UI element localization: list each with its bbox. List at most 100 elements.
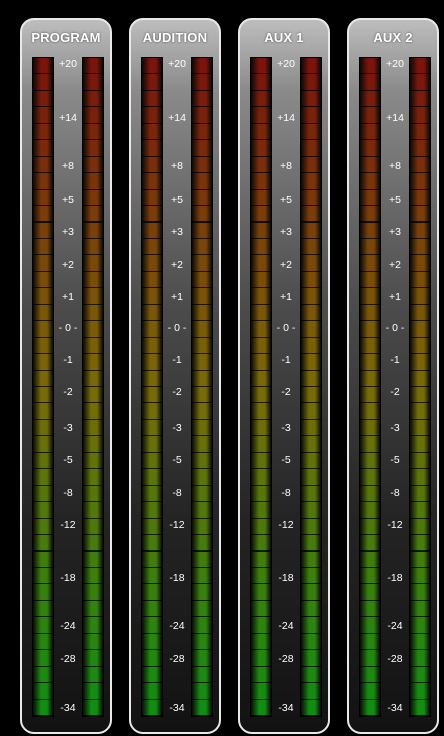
led-segment xyxy=(83,90,103,108)
led-segment xyxy=(192,436,212,453)
led-segment xyxy=(360,206,380,223)
led-segment xyxy=(301,189,321,207)
led-segment xyxy=(360,288,380,305)
scale-label: -12 xyxy=(278,519,294,531)
scale-label: -34 xyxy=(387,702,403,714)
led-segment xyxy=(251,255,271,272)
scale-label: -2 xyxy=(63,386,73,398)
led-segment xyxy=(301,304,321,322)
led-segment xyxy=(410,173,430,190)
scale-label: -28 xyxy=(387,653,403,665)
led-segment xyxy=(410,238,430,256)
led-segment xyxy=(301,502,321,519)
scale-label: -8 xyxy=(172,487,182,499)
led-segment xyxy=(360,584,380,601)
scale-label: -8 xyxy=(281,487,291,499)
led-segment xyxy=(301,354,321,371)
led-segment xyxy=(301,123,321,141)
led-segment xyxy=(360,683,380,700)
led-segment xyxy=(142,222,162,239)
led-segment xyxy=(251,633,271,651)
led-segment xyxy=(251,584,271,601)
led-segment xyxy=(410,650,430,667)
led-segment xyxy=(142,452,162,470)
led-segment xyxy=(33,123,53,141)
led-segment xyxy=(142,58,162,75)
led-segment xyxy=(410,600,430,618)
scale-label: -34 xyxy=(278,702,294,714)
led-segment xyxy=(142,683,162,700)
led-segment xyxy=(83,74,103,91)
led-segment xyxy=(192,74,212,91)
scale-label: -1 xyxy=(63,354,73,366)
led-segment xyxy=(33,238,53,256)
led-segment xyxy=(83,321,103,338)
led-segment xyxy=(142,354,162,371)
led-segment xyxy=(83,206,103,223)
meter-bridge: PROGRAM +20 +14 +8 +5 +3 +2 +1 - 0 - -1 -2 -3 -5 -8 -… xyxy=(0,0,444,736)
led-segment xyxy=(33,403,53,420)
scale-label: -1 xyxy=(390,354,400,366)
led-segment xyxy=(142,518,162,536)
led-segment xyxy=(360,173,380,190)
led-segment xyxy=(251,337,271,355)
led-segment xyxy=(410,387,430,404)
led-segment xyxy=(251,567,271,585)
led-segment xyxy=(410,436,430,453)
led-segment xyxy=(410,140,430,157)
led-segment xyxy=(192,58,212,75)
led-segment xyxy=(142,74,162,91)
led-segment xyxy=(33,271,53,289)
led-segment xyxy=(33,600,53,618)
led-segment xyxy=(83,617,103,634)
led-segment xyxy=(83,173,103,190)
led-segment xyxy=(251,683,271,700)
led-segment xyxy=(410,337,430,355)
led-segment xyxy=(33,387,53,404)
led-segment xyxy=(301,238,321,256)
led-segment xyxy=(410,304,430,322)
led-segment xyxy=(410,699,430,716)
led-segment xyxy=(360,337,380,355)
scale-label: -5 xyxy=(390,454,400,466)
led-segment xyxy=(192,551,212,568)
led-segment xyxy=(192,370,212,387)
scale-label: +8 xyxy=(389,160,401,172)
led-segment xyxy=(192,650,212,667)
led-segment xyxy=(251,354,271,371)
led-segment xyxy=(410,156,430,174)
led-segment xyxy=(192,617,212,634)
led-segment xyxy=(410,617,430,634)
scale-label: +14 xyxy=(277,112,295,124)
led-segment xyxy=(301,469,321,486)
led-segment xyxy=(142,140,162,157)
led-segment xyxy=(142,650,162,667)
led-segment xyxy=(192,123,212,141)
led-segment xyxy=(33,304,53,322)
right-channel-bar xyxy=(300,57,322,717)
led-segment xyxy=(251,518,271,536)
led-segment xyxy=(142,173,162,190)
led-segment xyxy=(83,107,103,124)
led-segment xyxy=(33,617,53,634)
led-segment xyxy=(301,699,321,716)
led-segment xyxy=(83,140,103,157)
led-segment xyxy=(33,321,53,338)
led-segment xyxy=(360,452,380,470)
scale-label: - 0 - xyxy=(58,322,78,334)
led-segment xyxy=(142,189,162,207)
led-segment xyxy=(33,518,53,536)
led-segment xyxy=(251,436,271,453)
scale-label: +14 xyxy=(168,112,186,124)
led-segment xyxy=(33,666,53,684)
scale-label: -18 xyxy=(169,572,185,584)
led-segment xyxy=(360,271,380,289)
led-segment xyxy=(83,683,103,700)
scale-label: -18 xyxy=(278,572,294,584)
led-segment xyxy=(251,551,271,568)
led-segment xyxy=(83,633,103,651)
led-segment xyxy=(33,683,53,700)
led-segment xyxy=(360,535,380,552)
led-segment xyxy=(142,304,162,322)
scale-label: +20 xyxy=(168,58,186,70)
